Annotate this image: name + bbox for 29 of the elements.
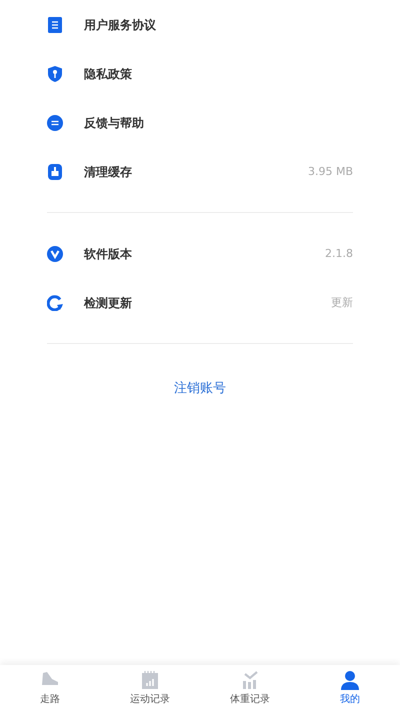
broom-icon [47,164,63,180]
tab-item[interactable]: 运动记录 [100,665,200,711]
menu-label: 反馈与帮助 [84,116,144,128]
menu-value: 更新 [331,297,353,308]
refresh-icon [47,294,63,310]
shield-icon [47,66,63,82]
menu-label: 软件版本 [84,248,132,260]
menu-value: 2.1.8 [325,248,353,259]
chat-icon [47,114,63,130]
tab-item[interactable]: 我的 [300,665,400,711]
logout-link[interactable]: 注销账号 [174,379,226,398]
chart-calendar-icon [140,670,160,690]
menu-item[interactable]: 软件版本 2.1.8 [0,229,400,278]
menu-label: 隐私政策 [84,68,132,80]
v-icon [47,246,63,262]
menu-item[interactable]: 用户服务协议 [0,0,400,49]
menu-label: 清理缓存 [84,166,132,178]
document-icon [47,16,63,32]
bar-chart-check-icon [240,670,260,690]
menu-item[interactable]: 隐私政策 [0,49,400,98]
menu-label: 用户服务协议 [84,18,156,30]
tab-item[interactable]: 走路 [0,665,100,711]
person-icon [340,670,360,690]
menu-label: 检测更新 [84,296,132,308]
menu-item[interactable]: 检测更新 更新 [0,278,400,327]
menu-item[interactable]: 反馈与帮助 [0,98,400,147]
tab-item[interactable]: 体重记录 [200,665,300,711]
menu-value: 3.95 MB [308,166,353,177]
menu-item[interactable]: 清理缓存 3.95 MB [0,147,400,196]
